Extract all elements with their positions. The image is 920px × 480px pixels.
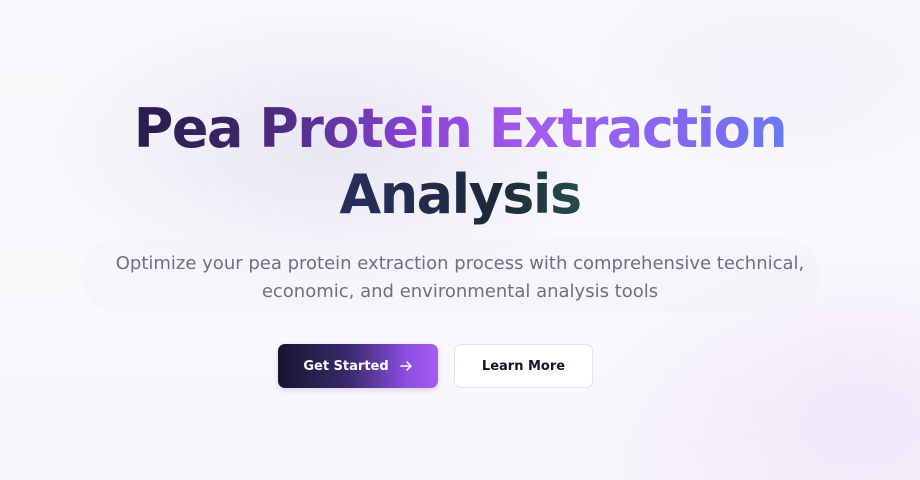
hero-section: Pea Protein Extraction Analysis Optimize… — [0, 0, 920, 480]
learn-more-label: Learn More — [481, 358, 566, 374]
title-line-1: Pea Protein Extraction — [60, 96, 860, 162]
title-line-2-text: Analysis — [339, 163, 581, 226]
page-title: Pea Protein Extraction Analysis — [60, 96, 860, 228]
arrow-right-icon — [399, 359, 413, 373]
learn-more-button[interactable]: Learn More — [454, 344, 593, 388]
hero-subtitle: Optimize your pea protein extraction pro… — [115, 253, 805, 302]
hero-actions: Get Started Learn More — [278, 344, 598, 388]
title-line-2: Analysis — [60, 162, 860, 228]
get-started-button[interactable]: Get Started — [278, 344, 438, 388]
get-started-label: Get Started — [303, 358, 389, 374]
